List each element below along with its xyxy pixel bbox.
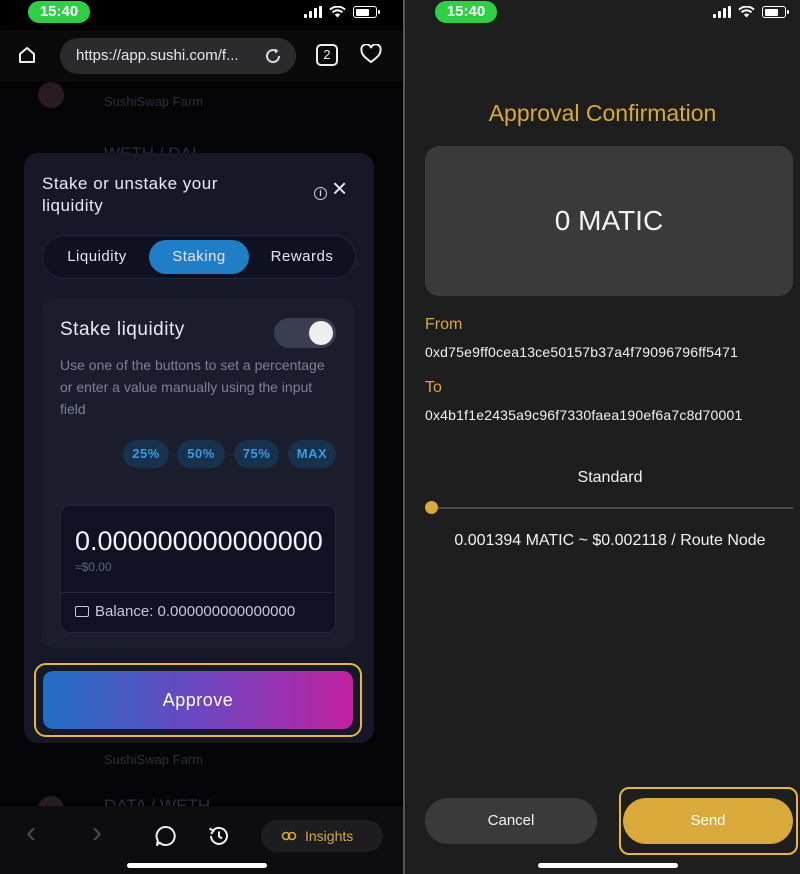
card-description: Use one of the buttons to set a percenta… (60, 357, 325, 417)
home-indicator (127, 863, 267, 868)
stake-modal: Stake or unstake your liquidity i × Liqu… (24, 153, 374, 743)
home-indicator (538, 863, 678, 868)
url-text: https://app.sushi.com/f... (76, 47, 239, 64)
insights-button[interactable]: Insights (261, 820, 383, 852)
amount-input[interactable]: 0.000000000000000 (75, 526, 337, 557)
tab-rewards[interactable]: Rewards (253, 240, 351, 274)
to-label: To (425, 379, 442, 396)
browser-bottom-bar: ‹ › Insights (0, 806, 403, 874)
url-bar[interactable]: https://app.sushi.com/f... (60, 38, 296, 74)
send-button[interactable]: Send (623, 798, 793, 844)
info-icon[interactable]: i (314, 187, 327, 200)
fee-text: 0.001394 MATIC ~ $0.002118 / Route Node (454, 532, 766, 549)
close-icon[interactable]: × (332, 175, 347, 201)
heart-icon[interactable] (360, 44, 382, 64)
modal-title: Stake or unstake your liquidity (42, 174, 218, 215)
tab-staking[interactable]: Staking (149, 240, 249, 274)
signal-icon (713, 6, 731, 18)
send-highlight: Send (619, 787, 798, 855)
page-title: Approval Confirmation (488, 100, 717, 126)
link-icon (281, 831, 297, 841)
status-time: 15:40 (435, 1, 497, 23)
forward-arrow-icon[interactable]: › (92, 816, 102, 850)
back-arrow-icon[interactable]: ‹ (26, 816, 36, 850)
wifi-icon (329, 6, 346, 18)
reload-icon[interactable] (264, 47, 282, 65)
wifi-icon (738, 6, 755, 18)
browser-toolbar: https://app.sushi.com/f... 2 (0, 30, 403, 82)
list-item-label: SushiSwap Farm (104, 752, 203, 767)
tab-liquidity[interactable]: Liquidity (49, 240, 145, 274)
percent-25-button[interactable]: 25% (123, 440, 169, 468)
history-icon[interactable] (207, 824, 231, 848)
tab-group: Liquidity Staking Rewards (42, 235, 356, 279)
wallet-icon (75, 606, 89, 617)
chat-icon[interactable] (154, 824, 178, 848)
gas-speed-label: Standard (577, 469, 643, 486)
balance-row: Balance: 0.000000000000000 (75, 603, 325, 620)
balance-text: Balance: 0.000000000000000 (95, 603, 296, 620)
from-label: From (425, 316, 463, 333)
percent-75-button[interactable]: 75% (234, 440, 279, 468)
battery-icon (762, 6, 789, 18)
approval-screen: 15:40 Approval Confirmation 0 MATIC From… (405, 0, 800, 874)
status-icons (713, 6, 789, 18)
from-address: 0xd75e9ff0cea13ce50157b37a4f79096796ff54… (425, 344, 739, 360)
card-title: Stake liquidity (60, 319, 185, 340)
gas-slider[interactable] (425, 501, 793, 514)
list-item-label: SushiSwap Farm (104, 94, 203, 109)
amount-display: 0 MATIC (425, 146, 793, 296)
home-icon[interactable] (17, 45, 37, 65)
insights-label: Insights (305, 828, 354, 844)
token-icon (38, 82, 64, 108)
amount-input-box[interactable]: 0.000000000000000 ≈$0.00 Balance: 0.0000… (60, 505, 336, 633)
divider (61, 592, 335, 593)
approve-highlight: Approve (34, 663, 362, 737)
browser-screen: 15:40 https://app.sushi.com/f... 2 Sushi… (0, 0, 403, 874)
status-time: 15:40 (28, 1, 90, 23)
gas-slider-knob[interactable] (425, 501, 438, 514)
usd-value: ≈$0.00 (75, 560, 112, 574)
stake-card: Stake liquidity Use one of the buttons t… (42, 298, 354, 648)
cancel-button[interactable]: Cancel (425, 798, 597, 844)
tab-count-button[interactable]: 2 (316, 44, 338, 66)
battery-icon (353, 6, 380, 18)
max-button[interactable]: MAX (288, 440, 336, 468)
signal-icon (304, 6, 322, 18)
percent-50-button[interactable]: 50% (177, 440, 225, 468)
status-icons (304, 6, 380, 18)
approve-button[interactable]: Approve (43, 671, 353, 729)
to-address: 0x4b1f1e2435a9c96f7330faea190ef6a7c8d700… (425, 407, 743, 423)
stake-toggle[interactable] (274, 318, 336, 348)
